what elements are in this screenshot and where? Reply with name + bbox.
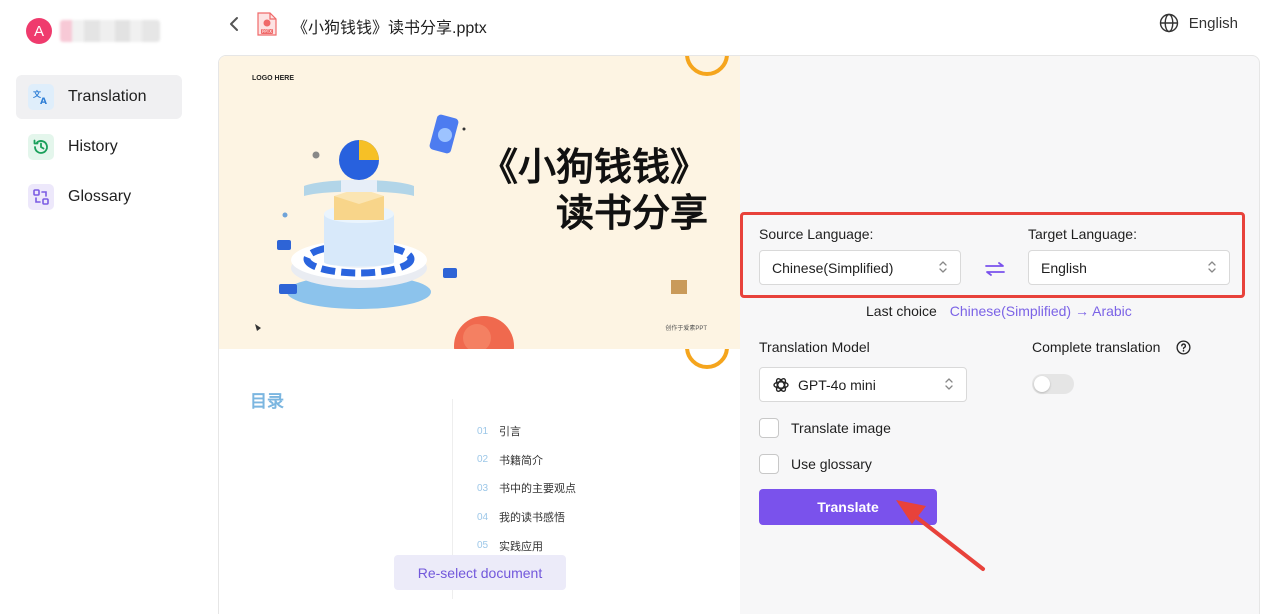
sidebar-item-label: History <box>68 138 118 155</box>
sidebar-item-glossary[interactable]: Glossary <box>16 175 182 219</box>
help-icon[interactable] <box>1176 340 1191 355</box>
translation-settings: Source Language: Chinese(Simplified) Tar… <box>740 56 1259 614</box>
toggle-knob <box>1034 376 1050 392</box>
slide-title: 《小狗钱钱》 读书分享 <box>479 145 708 235</box>
target-language-label: Target Language: <box>1028 226 1137 242</box>
translate-icon: 文 A <box>28 84 54 110</box>
sidebar-item-translation[interactable]: 文 A Translation <box>16 75 182 119</box>
complete-translation-label: Complete translation <box>1032 339 1161 355</box>
blurred-username <box>60 20 160 42</box>
translation-model-select[interactable]: GPT-4o mini <box>759 367 967 402</box>
history-icon <box>28 134 54 160</box>
slide-footer-text: 创作于爱素PPT <box>665 326 707 332</box>
avatar[interactable]: A <box>26 18 52 44</box>
globe-icon <box>1159 13 1178 33</box>
list-item: 02 书籍简介 <box>477 454 543 467</box>
use-glossary-checkbox[interactable] <box>759 454 779 474</box>
complete-translation-toggle[interactable] <box>1032 374 1074 394</box>
sidebar-item-label: Glossary <box>68 188 132 205</box>
annotation-arrow <box>896 500 985 571</box>
sidebar-item-history[interactable]: History <box>16 125 182 169</box>
svg-text:A: A <box>40 97 47 106</box>
reselect-document-button[interactable]: Re-select document <box>394 555 566 590</box>
main-panel: LOGO HERE 《小狗钱钱》 读书分享 创作于爱素PPT 目录 01 引言 … <box>218 55 1260 614</box>
chevron-left-icon <box>230 17 238 31</box>
chevron-updown-icon <box>945 378 953 390</box>
sidebar: A 文 A Translation History Glossary <box>0 0 200 614</box>
source-language-select[interactable]: Chinese(Simplified) <box>759 250 961 285</box>
sidebar-item-label: Translation <box>68 88 147 105</box>
translation-model-label: Translation Model <box>759 339 870 355</box>
header: PPTX 《小狗钱钱》读书分享.pptx English <box>218 0 1280 50</box>
list-item: 03 书中的主要观点 <box>477 482 576 496</box>
last-choice-label: Last choice <box>866 303 937 319</box>
last-choice-link[interactable]: Chinese(Simplified) → Arabic <box>950 303 1132 319</box>
translate-button[interactable]: Translate <box>759 489 937 525</box>
list-item: 04 我的读书感悟 <box>477 511 565 525</box>
translate-image-label: Translate image <box>791 420 891 436</box>
chevron-updown-icon <box>1208 261 1216 273</box>
use-glossary-label: Use glossary <box>791 456 872 472</box>
slide-decoration <box>685 349 729 369</box>
slide-1: LOGO HERE 《小狗钱钱》 读书分享 创作于爱素PPT <box>219 56 740 349</box>
svg-text:PPTX: PPTX <box>262 29 272 34</box>
use-glossary-option[interactable]: Use glossary <box>759 454 872 474</box>
chevron-updown-icon <box>939 261 947 273</box>
slide-2: 目录 01 引言 02 书籍简介 03 书中的主要观点 04 我的读书感悟 05 实践应用… <box>219 349 740 614</box>
document-preview[interactable]: LOGO HERE 《小狗钱钱》 读书分享 创作于爱素PPT 目录 01 引言 … <box>219 56 740 614</box>
target-language-select[interactable]: English <box>1028 250 1230 285</box>
toc-list: 01 引言 02 书籍简介 03 书中的主要观点 04 我的读书感悟 05 实践应用 <box>477 417 576 560</box>
translate-image-option[interactable]: Translate image <box>759 418 891 438</box>
ui-language-label: English <box>1188 14 1238 32</box>
pptx-file-icon: PPTX <box>256 11 278 42</box>
target-language-value: English <box>1041 259 1087 276</box>
source-language-label: Source Language: <box>759 226 874 242</box>
user-profile[interactable]: A <box>26 18 160 44</box>
glossary-icon <box>28 184 54 210</box>
ui-language-switch[interactable]: English <box>1159 13 1238 33</box>
translation-model-value: GPT-4o mini <box>798 376 876 393</box>
back-button[interactable] <box>222 12 246 36</box>
translate-image-checkbox[interactable] <box>759 418 779 438</box>
swap-icon <box>985 262 1005 276</box>
last-choice: Last choice Chinese(Simplified) → Arabic <box>866 303 1132 319</box>
page-title: 《小狗钱钱》读书分享.pptx <box>292 20 487 37</box>
list-item: 01 引言 <box>477 425 521 439</box>
toc-heading: 目录 <box>250 392 284 411</box>
sidebar-nav: 文 A Translation History Glossary <box>16 75 182 225</box>
source-language-value: Chinese(Simplified) <box>772 259 894 276</box>
openai-icon <box>773 377 789 392</box>
swap-languages-button[interactable] <box>983 257 1007 281</box>
